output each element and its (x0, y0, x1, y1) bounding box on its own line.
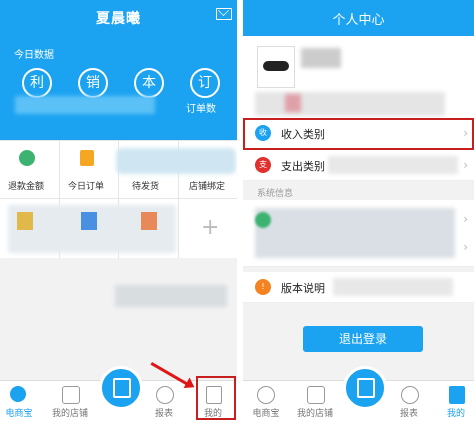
edit-center-button[interactable] (99, 366, 143, 410)
report-icon[interactable] (156, 386, 174, 404)
logout-button[interactable]: 退出登录 (303, 326, 423, 352)
tab-me[interactable]: 我的 (442, 406, 470, 419)
sales-icon[interactable]: 销 (78, 68, 108, 98)
profile-screen: 个人中心 收 收入类别 › 支 支出类别 › 系统信息 › › ! 版本说明 退… (243, 0, 474, 424)
section-system-info: 系统信息 (257, 189, 294, 199)
grid-label-to-ship[interactable]: 待发货 (132, 179, 159, 192)
today-data-label: 今日数据 (14, 50, 54, 61)
feature-icon[interactable] (141, 212, 157, 230)
chevron-right-icon: › (463, 240, 468, 254)
chevron-right-icon: › (463, 158, 468, 172)
app-title: 夏晨曦 (96, 11, 141, 27)
blurred-region (116, 148, 236, 174)
tab-ecommerce[interactable]: 电商宝 (2, 406, 36, 419)
grid-label-refund[interactable]: 退款金额 (8, 179, 44, 192)
feature-icon[interactable] (17, 212, 33, 230)
version-label[interactable]: 版本说明 (281, 280, 325, 296)
tab-my-shop[interactable]: 我的店铺 (295, 406, 335, 419)
refund-icon[interactable] (19, 150, 35, 166)
today-orders-icon[interactable] (80, 150, 94, 166)
blurred-region (333, 278, 453, 296)
shop-icon[interactable] (62, 386, 80, 404)
shop-icon[interactable] (307, 386, 325, 404)
mail-icon[interactable] (216, 8, 232, 20)
profile-icon[interactable] (449, 386, 465, 404)
info-icon (255, 212, 271, 228)
avatar[interactable] (257, 46, 295, 88)
blurred-region (255, 208, 455, 258)
orders-count-label: 订单数 (186, 104, 216, 115)
chevron-right-icon: › (463, 212, 468, 226)
tab-ecommerce[interactable]: 电商宝 (249, 406, 283, 419)
highlight-box (196, 376, 236, 420)
edit-center-button[interactable] (343, 366, 387, 410)
highlight-box (243, 118, 474, 150)
warning-icon: ! (255, 279, 271, 295)
home-screen: 夏晨曦 今日数据 利 销 本 订 订单数 退款金额 今日订单 待发货 店铺绑定 … (0, 0, 237, 424)
blurred-username (301, 48, 341, 68)
grid-label-today-orders[interactable]: 今日订单 (68, 179, 104, 192)
cost-icon[interactable]: 本 (134, 68, 164, 98)
expense-icon: 支 (255, 157, 271, 173)
ecommerce-home-icon[interactable] (257, 386, 275, 404)
blurred-block (285, 94, 301, 112)
ecommerce-home-icon[interactable] (10, 386, 26, 402)
grid-label-shop-binding[interactable]: 店铺绑定 (189, 179, 225, 192)
report-icon[interactable] (401, 386, 419, 404)
blurred-region (115, 285, 227, 307)
tab-my-shop[interactable]: 我的店铺 (50, 406, 90, 419)
blurred-region (328, 156, 458, 174)
add-icon[interactable]: + (201, 215, 219, 240)
tab-reports[interactable]: 报表 (395, 406, 423, 419)
orders-icon[interactable]: 订 (190, 68, 220, 98)
feature-icon[interactable] (81, 212, 97, 230)
expense-category-label[interactable]: 支出类别 (281, 158, 325, 174)
blurred-region (255, 92, 445, 116)
profit-icon[interactable]: 利 (22, 68, 52, 98)
blurred-stats (15, 96, 155, 114)
tab-reports[interactable]: 报表 (150, 406, 178, 419)
page-title: 个人中心 (332, 13, 385, 28)
